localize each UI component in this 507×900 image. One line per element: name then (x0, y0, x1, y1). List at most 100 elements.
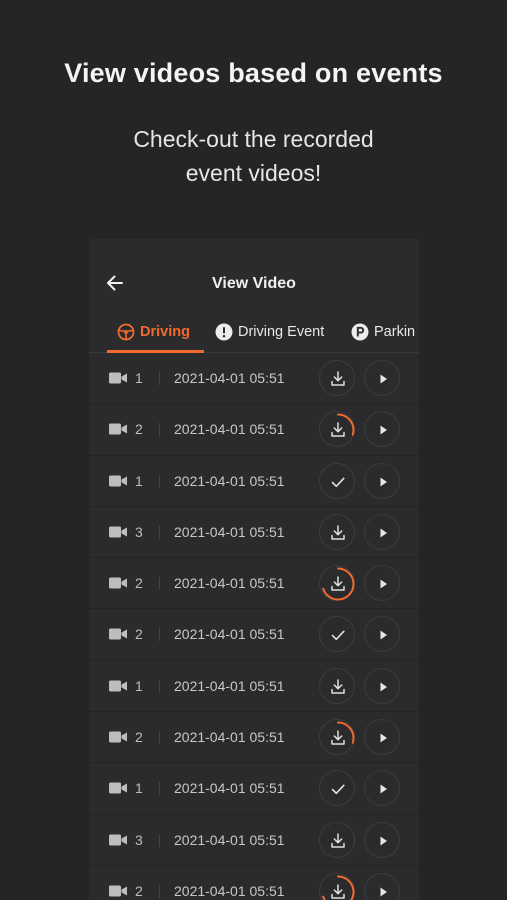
divider (159, 731, 160, 745)
download-icon (331, 371, 345, 386)
tab-driving-event[interactable]: Driving Event (215, 322, 324, 342)
parking-icon (351, 323, 369, 341)
app-title: View Video (212, 275, 296, 292)
video-row[interactable]: 1 2021-04-01 05:51 (89, 763, 419, 815)
play-button[interactable] (364, 872, 400, 900)
promo-title: View videos based on events (64, 58, 443, 88)
download-button[interactable] (319, 872, 355, 900)
divider (159, 628, 160, 642)
channel-number: 1 (135, 677, 143, 694)
channel-number: 3 (135, 523, 143, 540)
download-button[interactable] (319, 411, 355, 448)
video-camera-icon (109, 475, 127, 487)
download-icon (321, 413, 355, 447)
play-icon (380, 477, 387, 487)
promo-subtitle-line2: event videos! (185, 160, 322, 186)
video-row[interactable]: 1 2021-04-01 05:51 (89, 660, 419, 713)
download-icon (331, 832, 345, 848)
channel-number: 2 (135, 729, 143, 746)
download-button[interactable] (319, 360, 355, 396)
promo-subtitle-line1: Check-out the recorded (133, 126, 374, 152)
channel-number: 1 (135, 780, 143, 797)
app-screen: View Video Driving Driving Event Parkin … (89, 239, 419, 900)
download-button[interactable] (319, 565, 355, 602)
video-timestamp: 2021-04-01 05:51 (174, 882, 285, 899)
video-row[interactable]: 2 2021-04-01 05:51 (89, 712, 419, 764)
app-bar: View Video (89, 239, 419, 303)
download-button[interactable] (319, 513, 355, 550)
video-camera-icon (109, 782, 127, 794)
video-timestamp: 2021-04-01 05:51 (174, 729, 285, 746)
divider (159, 372, 160, 385)
play-icon (380, 682, 387, 692)
video-timestamp: 2021-04-01 05:51 (174, 472, 285, 489)
download-button[interactable] (319, 667, 355, 704)
download-icon (331, 679, 345, 694)
play-icon (380, 836, 387, 846)
divider (159, 525, 160, 539)
tab-parking[interactable]: Parkin (351, 322, 415, 342)
play-button[interactable] (364, 821, 400, 858)
divider (159, 833, 160, 847)
play-icon (380, 784, 387, 794)
video-camera-icon (109, 680, 127, 692)
channel-number: 1 (135, 472, 143, 489)
video-camera-icon (109, 885, 127, 897)
video-row[interactable]: 2 2021-04-01 05:51 (89, 609, 419, 661)
video-camera-icon (109, 628, 127, 640)
play-button[interactable] (364, 411, 400, 448)
channel-number: 2 (135, 882, 143, 899)
play-button[interactable] (364, 513, 400, 550)
video-timestamp: 2021-04-01 05:51 (174, 780, 285, 797)
video-camera-icon (109, 577, 127, 589)
video-camera-icon (109, 372, 127, 384)
downloaded-button[interactable] (319, 616, 355, 653)
video-timestamp: 2021-04-01 05:51 (174, 575, 285, 592)
divider (159, 679, 160, 693)
downloaded-button[interactable] (319, 462, 355, 499)
divider (159, 474, 160, 488)
channel-number: 1 (135, 370, 143, 386)
video-row[interactable]: 3 2021-04-01 05:51 (89, 814, 419, 866)
channel-number: 3 (135, 831, 143, 848)
check-icon (331, 477, 345, 487)
play-button[interactable] (364, 462, 400, 499)
downloaded-button[interactable] (319, 770, 355, 807)
video-timestamp: 2021-04-01 05:51 (174, 370, 285, 386)
play-button[interactable] (364, 719, 400, 756)
video-camera-icon (109, 834, 127, 846)
video-timestamp: 2021-04-01 05:51 (174, 677, 285, 694)
tab-driving-event-label: Driving Event (238, 324, 325, 340)
play-button[interactable] (364, 565, 400, 602)
video-row[interactable]: 3 2021-04-01 05:51 (89, 506, 419, 559)
video-timestamp: 2021-04-01 05:51 (174, 523, 285, 540)
tab-bar: Driving Driving Event Parkin (89, 303, 419, 353)
video-row[interactable]: 1 2021-04-01 05:51 (89, 455, 419, 507)
divider (159, 423, 160, 437)
divider (159, 782, 160, 796)
channel-number: 2 (135, 421, 143, 438)
play-button[interactable] (364, 770, 400, 807)
play-icon (380, 425, 387, 435)
play-icon (380, 630, 387, 640)
driving-icon (117, 323, 135, 341)
alert-icon (215, 323, 233, 341)
play-button[interactable] (364, 616, 400, 653)
play-button[interactable] (364, 667, 400, 704)
video-camera-icon (109, 526, 127, 538)
promo-subtitle: Check-out the recorded event videos! (0, 122, 507, 190)
channel-number: 2 (135, 626, 143, 643)
video-row[interactable]: 1 2021-04-01 05:51 (89, 353, 419, 405)
download-icon (321, 567, 355, 601)
check-icon (331, 784, 345, 795)
download-icon (321, 875, 355, 900)
play-button[interactable] (364, 360, 400, 396)
check-icon (331, 630, 345, 641)
download-button[interactable] (319, 821, 355, 858)
video-row[interactable]: 2 2021-04-01 05:51 (89, 865, 419, 900)
play-icon (380, 579, 387, 589)
download-button[interactable] (319, 719, 355, 756)
tab-driving[interactable]: Driving (117, 322, 190, 342)
video-row[interactable]: 2 2021-04-01 05:51 (89, 558, 419, 610)
video-row[interactable]: 2 2021-04-01 05:51 (89, 404, 419, 456)
